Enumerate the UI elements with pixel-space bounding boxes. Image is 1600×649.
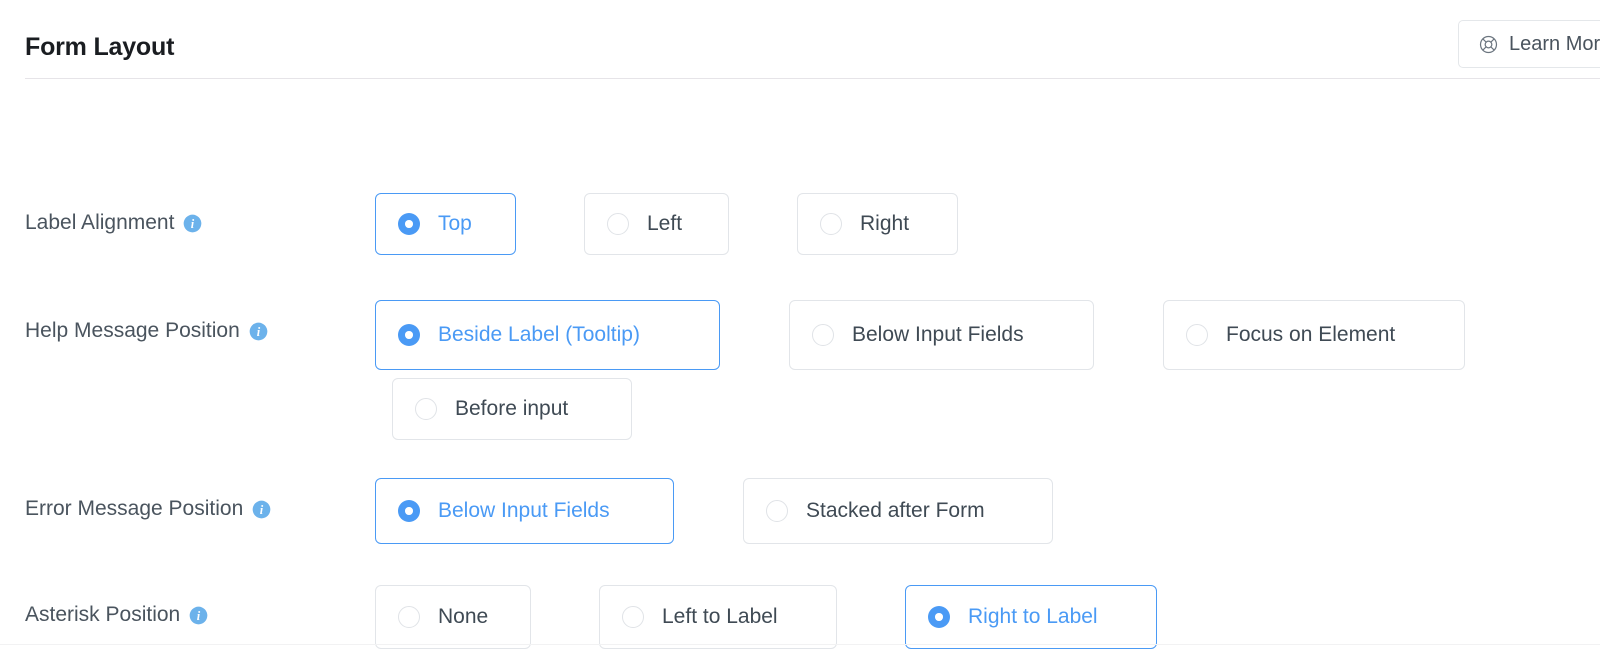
header-divider (25, 78, 1600, 79)
learn-more-button[interactable]: Learn More (1458, 20, 1600, 68)
option-label: Before input (455, 397, 569, 420)
svg-text:i: i (197, 609, 201, 623)
row-label-alignment-label: Label Alignment i (25, 211, 202, 235)
row-asterisk-position-label: Asterisk Position i (25, 603, 208, 627)
option-label: Focus on Element (1226, 323, 1396, 346)
row-help-message-position-label: Help Message Position i (25, 319, 268, 343)
options-help-message-position: Beside Label (Tooltip) Below Input Field… (375, 300, 1600, 440)
info-icon[interactable]: i (249, 322, 268, 341)
lifebuoy-icon (1479, 35, 1498, 53)
learn-more-label: Learn More (1509, 32, 1600, 55)
radio-icon (607, 213, 629, 235)
svg-text:i: i (260, 503, 264, 517)
option-right-to-label[interactable]: Right to Label (905, 585, 1157, 649)
options-label-alignment: Top Left Right (375, 193, 1600, 255)
radio-icon (622, 606, 644, 628)
svg-text:i: i (191, 217, 195, 231)
bottom-divider (0, 644, 1600, 645)
option-label: Stacked after Form (806, 499, 985, 522)
option-label: Left to Label (662, 605, 778, 628)
options-asterisk-position: None Left to Label Right to Label (375, 585, 1600, 649)
radio-icon (398, 606, 420, 628)
radio-icon (398, 500, 420, 522)
option-label: Right to Label (968, 605, 1098, 628)
row-error-message-position-label: Error Message Position i (25, 497, 271, 521)
radio-icon (812, 324, 834, 346)
page-title: Form Layout (25, 33, 175, 61)
option-label: Below Input Fields (852, 323, 1024, 346)
svg-text:i: i (257, 325, 261, 339)
option-top[interactable]: Top (375, 193, 516, 255)
option-right[interactable]: Right (797, 193, 958, 255)
radio-icon (928, 606, 950, 628)
option-label: Left (647, 212, 683, 235)
info-icon[interactable]: i (252, 500, 271, 519)
option-below-input-fields[interactable]: Below Input Fields (375, 478, 674, 544)
option-label: None (438, 605, 489, 628)
row-label-text: Error Message Position (25, 497, 244, 520)
radio-icon (1186, 324, 1208, 346)
option-label: Beside Label (Tooltip) (438, 323, 640, 346)
radio-icon (398, 324, 420, 346)
info-icon[interactable]: i (189, 606, 208, 625)
radio-icon (820, 213, 842, 235)
option-left[interactable]: Left (584, 193, 729, 255)
option-beside-label-tooltip[interactable]: Beside Label (Tooltip) (375, 300, 720, 370)
radio-icon (766, 500, 788, 522)
option-stacked-after-form[interactable]: Stacked after Form (743, 478, 1053, 544)
radio-icon (415, 398, 437, 420)
panel-header: Form Layout Learn More (0, 0, 1600, 79)
radio-icon (398, 213, 420, 235)
row-label-text: Help Message Position (25, 319, 240, 342)
option-label: Right (860, 212, 910, 235)
option-left-to-label[interactable]: Left to Label (599, 585, 837, 649)
option-label: Below Input Fields (438, 499, 610, 522)
option-before-input[interactable]: Before input (392, 378, 632, 440)
option-focus-on-element[interactable]: Focus on Element (1163, 300, 1465, 370)
option-label: Top (438, 212, 472, 235)
option-below-input-fields[interactable]: Below Input Fields (789, 300, 1094, 370)
row-label-text: Label Alignment (25, 211, 175, 234)
options-error-message-position: Below Input Fields Stacked after Form (375, 478, 1600, 544)
info-icon[interactable]: i (183, 214, 202, 233)
row-label-text: Asterisk Position (25, 603, 181, 626)
option-none[interactable]: None (375, 585, 531, 649)
